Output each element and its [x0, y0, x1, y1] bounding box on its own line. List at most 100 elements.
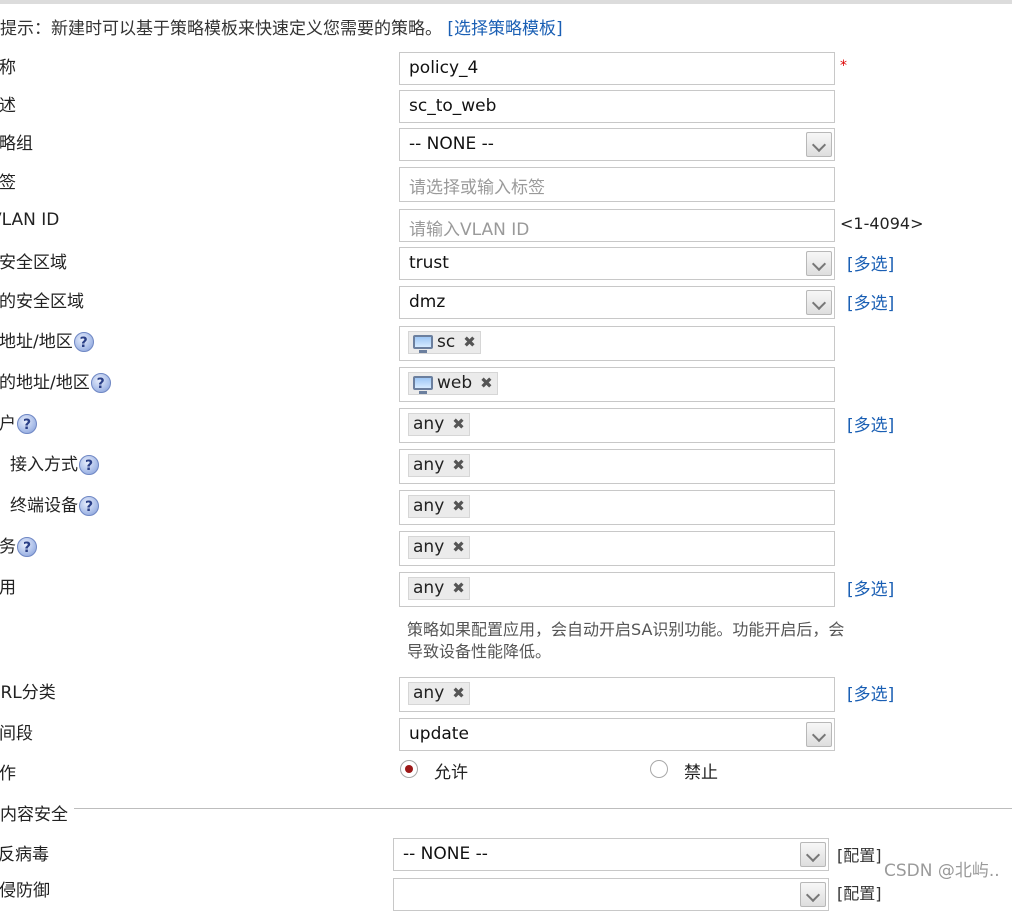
- chevron-down-icon[interactable]: [800, 842, 826, 867]
- watermark: CSDN @北屿..: [884, 861, 1000, 881]
- help-icon[interactable]: ?: [17, 537, 37, 557]
- label-user-text: 用户: [0, 414, 16, 434]
- dst-addr-tag-label: web: [437, 373, 473, 393]
- label-service-text: 服务: [0, 537, 16, 557]
- chevron-down-icon[interactable]: [806, 251, 832, 276]
- app-tag: any ✖: [408, 577, 470, 600]
- src-addr-tag-label: sc: [437, 332, 456, 352]
- template-hint: 提示：新建时可以基于策略模板来快速定义您需要的策略。 [选择策略模板]: [0, 14, 563, 39]
- group-select[interactable]: -- NONE --: [399, 128, 835, 161]
- url-tag-label: any: [413, 683, 445, 703]
- vlan-placeholder: 请输入VLAN ID: [409, 220, 530, 240]
- label-antivirus: 反病毒: [0, 845, 49, 865]
- label-user: 用户?: [0, 409, 37, 434]
- help-icon[interactable]: ?: [79, 455, 99, 475]
- time-select[interactable]: update: [399, 718, 835, 751]
- close-icon[interactable]: ✖: [452, 579, 465, 597]
- group-value: -- NONE --: [409, 134, 494, 154]
- chevron-down-icon[interactable]: [806, 132, 832, 157]
- src-zone-select[interactable]: trust: [399, 247, 835, 280]
- name-value: policy_4: [409, 58, 479, 78]
- device-tag: any ✖: [408, 495, 470, 518]
- app-note: 策略如果配置应用，会自动开启SA识别功能。功能开启后，会导致设备性能降低。: [407, 620, 845, 661]
- label-device-text: 终端设备: [10, 496, 78, 516]
- dst-zone-value: dmz: [409, 292, 446, 312]
- label-app: 应用: [0, 578, 16, 598]
- app-input[interactable]: any ✖: [399, 572, 835, 607]
- user-multi-link[interactable]: [多选]: [847, 411, 894, 436]
- device-input[interactable]: any ✖: [399, 490, 835, 525]
- dst-zone-multi-link[interactable]: [多选]: [847, 289, 894, 314]
- dst-addr-tag: web ✖: [408, 372, 498, 395]
- dst-zone-select[interactable]: dmz: [399, 286, 835, 319]
- vlan-range: <1-4094>: [840, 214, 924, 233]
- service-tag: any ✖: [408, 536, 470, 559]
- close-icon[interactable]: ✖: [463, 333, 476, 351]
- intrusion-config-link[interactable]: [配置]: [837, 880, 882, 904]
- top-divider: [0, 0, 1012, 4]
- tag-placeholder: 请选择或输入标签: [409, 178, 545, 198]
- label-dst-zone: 目的安全区域: [0, 292, 84, 312]
- allow-label: 允许: [434, 763, 468, 783]
- url-input[interactable]: any ✖: [399, 677, 835, 712]
- user-tag-label: any: [413, 414, 445, 434]
- label-src-addr-text: 源地址/地区: [0, 332, 73, 352]
- close-icon[interactable]: ✖: [480, 374, 493, 392]
- help-icon[interactable]: ?: [79, 496, 99, 516]
- deny-label: 禁止: [684, 763, 718, 783]
- label-access-text: 接入方式: [10, 455, 78, 475]
- content-security-title: 内容安全: [0, 800, 74, 825]
- app-tag-label: any: [413, 578, 445, 598]
- chevron-down-icon[interactable]: [806, 290, 832, 315]
- close-icon[interactable]: ✖: [452, 538, 465, 556]
- desc-input[interactable]: sc_to_web: [399, 90, 835, 123]
- device-tag-label: any: [413, 496, 445, 516]
- deny-radio[interactable]: [650, 760, 668, 778]
- service-input[interactable]: any ✖: [399, 531, 835, 566]
- help-icon[interactable]: ?: [17, 414, 37, 434]
- src-addr-tag: sc ✖: [408, 331, 481, 354]
- label-service: 服务?: [0, 532, 37, 557]
- help-icon[interactable]: ?: [90, 373, 111, 393]
- user-input[interactable]: any ✖: [399, 408, 835, 443]
- antivirus-config-link[interactable]: [配置]: [837, 842, 882, 866]
- time-value: update: [409, 724, 469, 744]
- allow-radio[interactable]: [400, 760, 418, 778]
- section-divider: [0, 808, 1012, 809]
- label-tag: 标签: [0, 173, 16, 193]
- label-url: URL分类: [0, 683, 56, 703]
- antivirus-value: -- NONE --: [403, 844, 488, 864]
- label-device: 终端设备?: [10, 491, 99, 516]
- monitor-icon: [413, 335, 433, 353]
- app-multi-link[interactable]: [多选]: [847, 575, 894, 600]
- access-input[interactable]: any ✖: [399, 449, 835, 484]
- url-multi-link[interactable]: [多选]: [847, 680, 894, 705]
- access-tag: any ✖: [408, 454, 470, 477]
- src-zone-multi-link[interactable]: [多选]: [847, 250, 894, 275]
- close-icon[interactable]: ✖: [452, 415, 465, 433]
- label-intrusion: 入侵防御: [0, 881, 50, 901]
- chevron-down-icon[interactable]: [800, 882, 826, 907]
- label-group: 策略组: [0, 134, 33, 154]
- url-tag: any ✖: [408, 682, 470, 705]
- access-tag-label: any: [413, 455, 445, 475]
- close-icon[interactable]: ✖: [452, 497, 465, 515]
- chevron-down-icon[interactable]: [806, 722, 832, 747]
- label-desc: 描述: [0, 96, 16, 116]
- label-action: 动作: [0, 764, 16, 784]
- hint-text: 提示：新建时可以基于策略模板来快速定义您需要的策略。: [0, 19, 442, 39]
- antivirus-select[interactable]: -- NONE --: [393, 838, 829, 871]
- vlan-input[interactable]: 请输入VLAN ID: [399, 209, 835, 242]
- intrusion-select[interactable]: [393, 878, 829, 911]
- close-icon[interactable]: ✖: [452, 456, 465, 474]
- src-addr-input[interactable]: sc ✖: [399, 326, 835, 361]
- close-icon[interactable]: ✖: [452, 684, 465, 702]
- label-access: 接入方式?: [10, 450, 99, 475]
- tag-input[interactable]: 请选择或输入标签: [399, 167, 835, 202]
- select-template-link[interactable]: [选择策略模板]: [447, 19, 562, 39]
- label-dst-addr-text: 目的地址/地区: [0, 373, 90, 393]
- service-tag-label: any: [413, 537, 445, 557]
- dst-addr-input[interactable]: web ✖: [399, 367, 835, 402]
- name-input[interactable]: policy_4: [399, 52, 835, 85]
- help-icon[interactable]: ?: [73, 332, 94, 352]
